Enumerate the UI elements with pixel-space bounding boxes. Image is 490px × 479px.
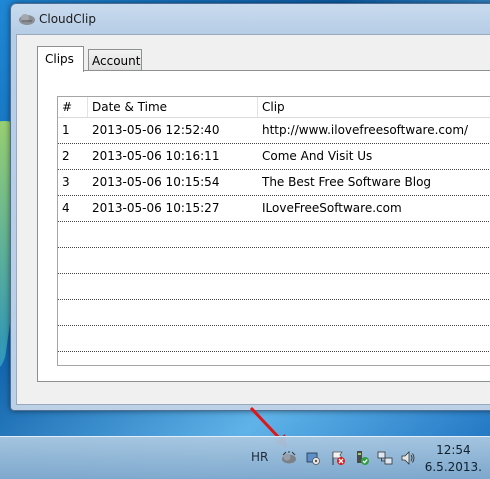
table-row[interactable]: 3 2013-05-06 10:15:54 The Best Free Soft… xyxy=(58,170,490,196)
action-center-flag-icon[interactable] xyxy=(330,450,346,466)
column-header-datetime[interactable]: Date & Time xyxy=(88,97,258,117)
empty-table-row[interactable] xyxy=(58,222,490,248)
window-title: CloudClip xyxy=(39,12,96,26)
network-icon[interactable] xyxy=(377,450,393,466)
table-row[interactable]: 2 2013-05-06 10:16:11 Come And Visit Us xyxy=(58,144,490,170)
cloud-app-icon xyxy=(19,14,35,25)
empty-table-row[interactable] xyxy=(58,274,490,300)
cloudclip-window: CloudClip Clips Account # Date & Time Cl… xyxy=(10,3,490,411)
tab-clips[interactable]: Clips xyxy=(37,46,84,72)
row-clip: Come And Visit Us xyxy=(262,149,373,163)
clips-tab-panel: # Date & Time Clip 1 2013-05-06 12:52:40… xyxy=(37,70,490,382)
cloudclip-tray-icon[interactable] xyxy=(281,450,297,466)
windows-taskbar: HR 12:54 6.5.2013. xyxy=(0,436,490,479)
volume-icon[interactable] xyxy=(400,450,416,466)
row-number: 3 xyxy=(62,175,70,189)
table-header: # Date & Time Clip xyxy=(58,97,490,118)
row-datetime: 2013-05-06 12:52:40 xyxy=(92,123,220,137)
row-number: 2 xyxy=(62,149,70,163)
row-clip: http://www.ilovefreesoftware.com/ xyxy=(262,123,469,137)
row-clip: ILoveFreeSoftware.com xyxy=(262,201,402,215)
empty-table-row[interactable] xyxy=(58,300,490,326)
column-header-clip[interactable]: Clip xyxy=(258,97,490,117)
window-client-area: Clips Account # Date & Time Clip 1 2013-… xyxy=(16,34,490,405)
column-header-number[interactable]: # xyxy=(58,97,88,117)
taskbar-clock[interactable]: 12:54 6.5.2013. xyxy=(425,442,482,476)
row-number: 4 xyxy=(62,201,70,215)
row-datetime: 2013-05-06 10:16:11 xyxy=(92,149,220,163)
row-number: 1 xyxy=(62,123,70,137)
window-titlebar[interactable]: CloudClip xyxy=(11,4,490,34)
row-clip: The Best Free Software Blog xyxy=(262,175,432,189)
tab-account[interactable]: Account xyxy=(88,49,142,72)
empty-table-row[interactable] xyxy=(58,248,490,274)
clock-time: 12:54 xyxy=(436,443,471,457)
table-row[interactable]: 1 2013-05-06 12:52:40 http://www.ilovefr… xyxy=(58,118,490,144)
row-datetime: 2013-05-06 10:15:27 xyxy=(92,201,220,215)
clips-table[interactable]: # Date & Time Clip 1 2013-05-06 12:52:40… xyxy=(57,96,490,366)
table-row[interactable]: 4 2013-05-06 10:15:27 ILoveFreeSoftware.… xyxy=(58,196,490,222)
language-indicator[interactable]: HR xyxy=(251,450,268,464)
network-tool-icon[interactable] xyxy=(305,450,321,466)
row-datetime: 2013-05-06 10:15:54 xyxy=(92,175,220,189)
empty-table-row[interactable] xyxy=(58,326,490,352)
clock-date: 6.5.2013. xyxy=(424,460,482,474)
security-shield-icon[interactable] xyxy=(354,450,370,466)
